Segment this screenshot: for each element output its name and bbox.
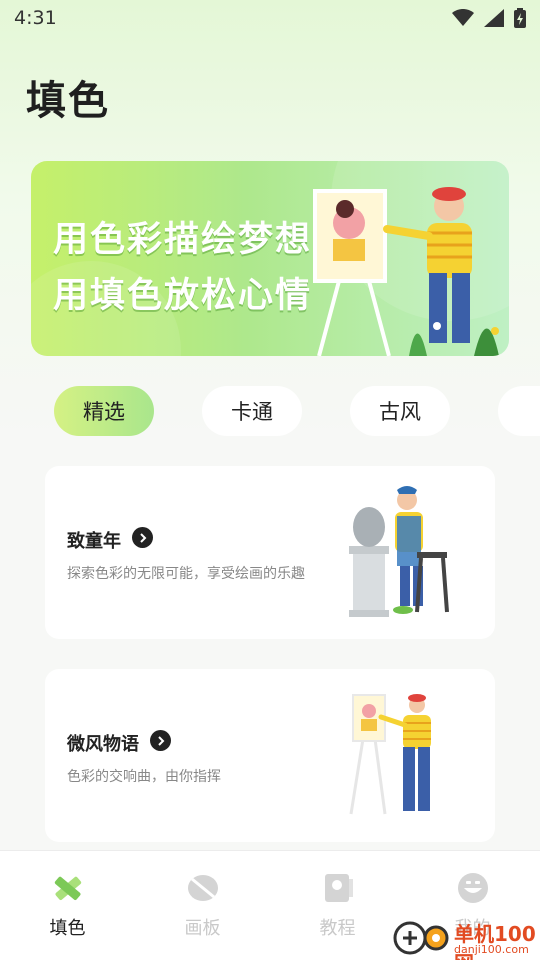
tab-drawing-board-label: 画板: [184, 918, 221, 939]
watermark-url: danji100.com: [454, 943, 529, 956]
card-title: 微风物语: [67, 734, 139, 755]
collection-card[interactable]: 致童年 探索色彩的无限可能，享受绘画的乐趣: [45, 466, 495, 639]
status-time: 4:31: [14, 7, 57, 29]
tab-drawing-board[interactable]: 画板: [135, 851, 270, 960]
sculptor-illustration: [349, 486, 449, 617]
collection-card[interactable]: 微风物语 色彩的交响曲，由你指挥: [45, 669, 495, 842]
site-watermark: 单机100网 danji100.com: [392, 914, 540, 960]
tab-tutorial-label: 教程: [319, 918, 356, 939]
card-title: 致童年: [67, 531, 121, 552]
chip-featured[interactable]: 精选: [54, 386, 154, 436]
chevron-right-icon[interactable]: [150, 730, 171, 751]
palette-icon: [187, 875, 218, 901]
battery-charging-icon: [514, 8, 526, 28]
card-subtitle: 探索色彩的无限可能，享受绘画的乐趣: [67, 566, 305, 582]
status-icons: [452, 8, 526, 28]
status-bar: 4:31: [0, 0, 540, 36]
chevron-right-icon[interactable]: [132, 527, 153, 548]
signal-icon: [484, 9, 504, 27]
tutorial-book-icon: [324, 874, 353, 902]
tab-coloring[interactable]: 填色: [0, 851, 135, 960]
card-subtitle: 色彩的交响曲，由你指挥: [67, 769, 221, 785]
chip-more[interactable]: [498, 386, 540, 436]
smiley-face-icon: [457, 873, 488, 903]
painter-illustration: [313, 187, 499, 356]
chip-ancient-style[interactable]: 古风: [350, 386, 450, 436]
watermark-logo-icon: [393, 921, 449, 955]
page-title: 填色: [26, 78, 110, 124]
chip-cartoon[interactable]: 卡通: [202, 386, 302, 436]
category-chips: 精选 卡通 古风: [0, 386, 540, 436]
painter-illustration: [349, 694, 431, 815]
banner-headline-2: 用填色放松心情: [53, 276, 313, 316]
wifi-icon: [452, 9, 474, 26]
tab-tutorial[interactable]: 教程: [270, 851, 405, 960]
banner-headline-1: 用色彩描绘梦想: [53, 220, 313, 260]
promo-banner[interactable]: 用色彩描绘梦想 用填色放松心情: [31, 161, 509, 356]
brush-ruler-icon: [54, 876, 81, 901]
tab-coloring-label: 填色: [49, 918, 86, 939]
